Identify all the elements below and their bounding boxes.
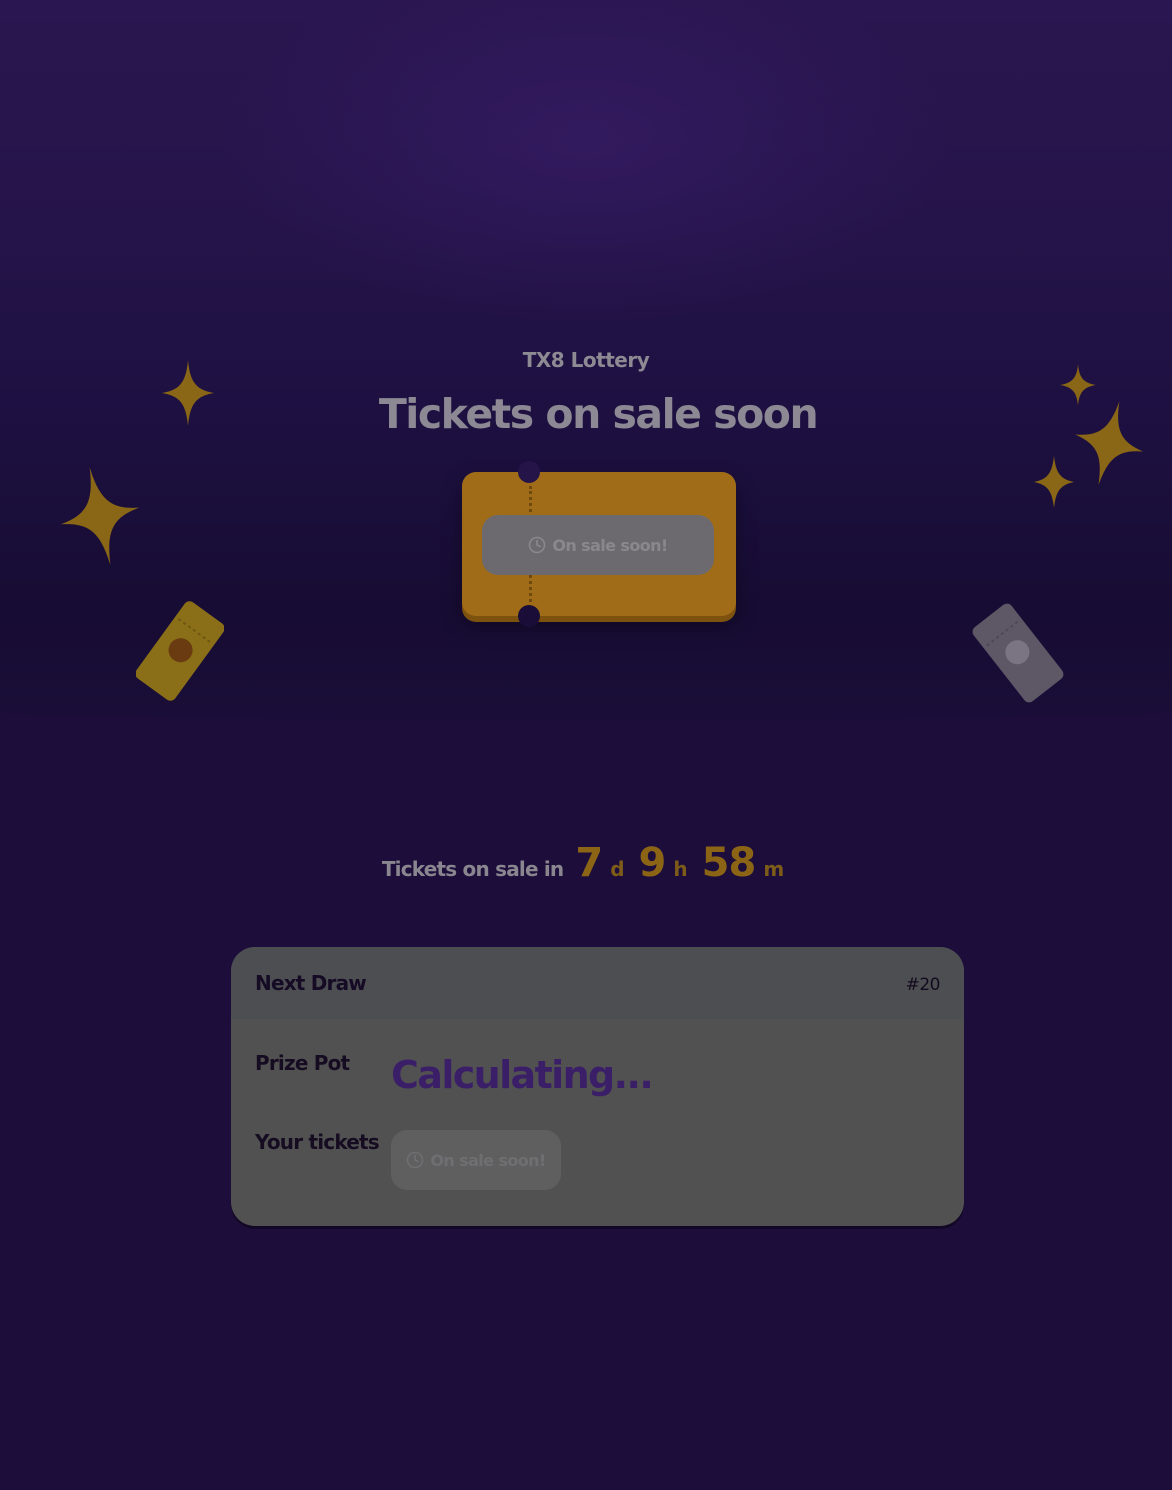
your-tickets-label: Your tickets: [255, 1130, 380, 1154]
next-draw-card: Next Draw #20 Prize Pot Calculating... Y…: [231, 947, 964, 1226]
hero-banner: TX8 Lottery Tickets on sale soon On sale…: [0, 0, 1172, 720]
hero-title: Tickets on sale soon: [378, 390, 819, 438]
clock-icon: [407, 1151, 424, 1169]
ticket-notch: [518, 461, 540, 483]
card-header: Next Draw #20: [231, 947, 964, 1019]
hero-ticket: On sale soon!: [462, 461, 736, 627]
ticket-icon: [136, 601, 224, 701]
buy-tickets-button[interactable]: On sale soon!: [482, 515, 714, 575]
countdown-minutes-unit: m: [763, 857, 785, 881]
lottery-eyebrow: TX8 Lottery: [522, 348, 650, 372]
countdown-lead: Tickets on sale in: [381, 857, 564, 881]
countdown-minutes: 58: [701, 840, 757, 886]
sparkle-icon: [60, 467, 140, 565]
prize-pot-label: Prize Pot: [255, 1051, 350, 1075]
countdown-days: 7: [575, 840, 603, 886]
buy-tickets-label: On sale soon!: [552, 535, 668, 555]
countdown-days-unit: d: [610, 857, 625, 881]
sale-countdown: Tickets on sale in 7 d 9 h 58 m: [0, 840, 1172, 886]
your-tickets-button-label: On sale soon!: [430, 1150, 546, 1170]
countdown-hours-unit: h: [673, 857, 688, 881]
card-title: Next Draw: [255, 971, 367, 995]
draw-round-number: #20: [905, 975, 941, 995]
sparkle-icon: [1034, 456, 1074, 508]
clock-icon: [529, 536, 546, 554]
prize-pot-value: Calculating...: [391, 1053, 654, 1097]
countdown-hours: 9: [638, 840, 667, 886]
ticket-icon: [972, 603, 1064, 703]
ticket-notch: [518, 605, 540, 627]
your-tickets-button[interactable]: On sale soon!: [391, 1130, 561, 1190]
